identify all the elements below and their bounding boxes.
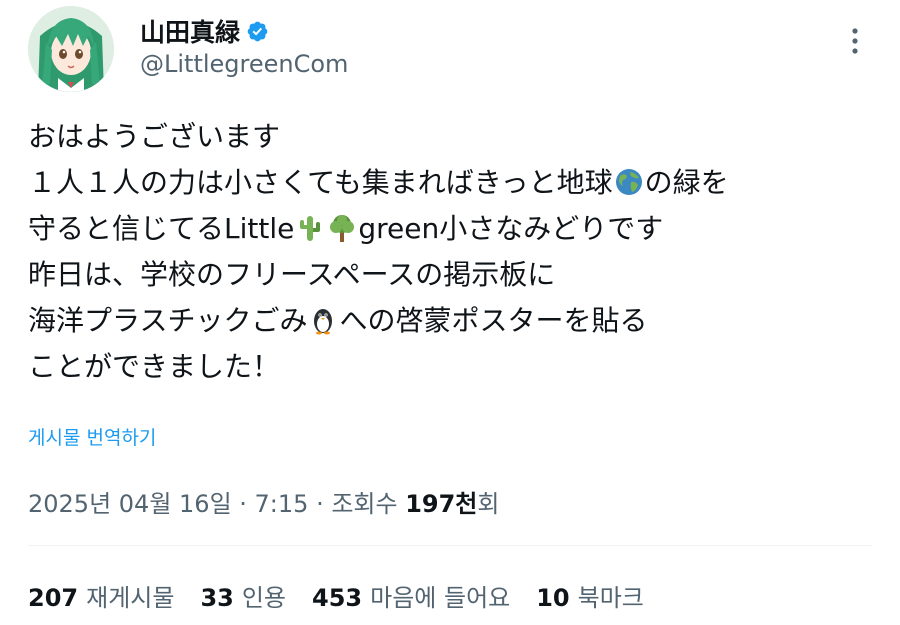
stat-count: 453 (312, 584, 363, 612)
divider (28, 545, 872, 546)
cactus-icon (295, 211, 325, 241)
post-text: １人１人の力は小さくても集まればきっと地球 (28, 166, 613, 199)
display-name[interactable]: 山田真緑 (140, 13, 240, 49)
anime-girl-avatar-icon (28, 6, 114, 92)
post-text-line: 海洋プラスチックごみ への啓蒙ポスターを貼る (28, 298, 878, 344)
tree-icon (327, 211, 357, 242)
author-avatar[interactable] (28, 6, 114, 92)
post-text-line: 守ると信じてるLittle green小さなみどりです (28, 206, 878, 252)
post-text: ことができました！ (28, 350, 281, 383)
stat-label: 마음에 들어요 (370, 584, 511, 612)
post-text: への啓蒙ポスターを貼る (339, 304, 648, 337)
stat-count: 207 (28, 584, 79, 612)
stat-label: 북마크 (577, 584, 644, 612)
stat-quotes[interactable]: 33 인용 (200, 578, 286, 613)
post-text-line: １人１人の力は小さくても集まればきっと地球 の緑を (28, 160, 878, 206)
stat-bookmarks[interactable]: 10 북마크 (536, 578, 644, 613)
post-text-line: ことができました！ (28, 344, 878, 390)
post-meta: 2025년 04월 16일 · 7:15 · 조회수 197천회 (28, 484, 499, 519)
stat-likes[interactable]: 453 마음에 들어요 (312, 578, 510, 613)
views-count: 197천 (405, 490, 478, 518)
tweet-detail: 山田真緑 @LittlegreenCom おはようございます １人１人の力は小さく… (0, 0, 900, 625)
stat-reposts[interactable]: 207 재게시물 (28, 578, 174, 613)
views-suffix: 회 (477, 490, 500, 518)
post-text: 昨日は、学校のフリースペースの掲示板に (28, 258, 556, 291)
stat-label: 인용 (241, 584, 287, 612)
post-text-line: おはようございます (28, 114, 878, 160)
author-handle[interactable]: @LittlegreenCom (140, 50, 348, 78)
globe-icon (614, 165, 644, 195)
author-info: 山田真緑 @LittlegreenCom (140, 14, 348, 78)
verified-badge-icon[interactable] (246, 20, 269, 43)
name-row: 山田真緑 (140, 14, 348, 48)
stat-count: 10 (536, 584, 570, 612)
post-text: 守ると信じてるLittle (28, 212, 295, 245)
penguin-icon (308, 303, 338, 335)
post-text-line: 昨日は、学校のフリースペースの掲示板に (28, 252, 878, 298)
stat-count: 33 (200, 584, 234, 612)
stat-label: 재게시물 (86, 584, 175, 612)
post-text: green小さなみどりです (358, 212, 664, 245)
engagement-stats: 207 재게시물 33 인용 453 마음에 들어요 10 북마크 (28, 578, 670, 613)
post-datetime[interactable]: 2025년 04월 16일 · 7:15 · 조회수 (28, 490, 405, 518)
post-text: おはようございます (28, 120, 281, 153)
more-vertical-icon[interactable] (838, 24, 872, 58)
post-text: の緑を (644, 166, 729, 199)
post-body: おはようございます １人１人の力は小さくても集まればきっと地球 の緑を 守ると信じてる… (28, 114, 878, 390)
translate-post-link[interactable]: 게시물 번역하기 (28, 423, 156, 450)
post-text: 海洋プラスチックごみ (28, 304, 308, 337)
